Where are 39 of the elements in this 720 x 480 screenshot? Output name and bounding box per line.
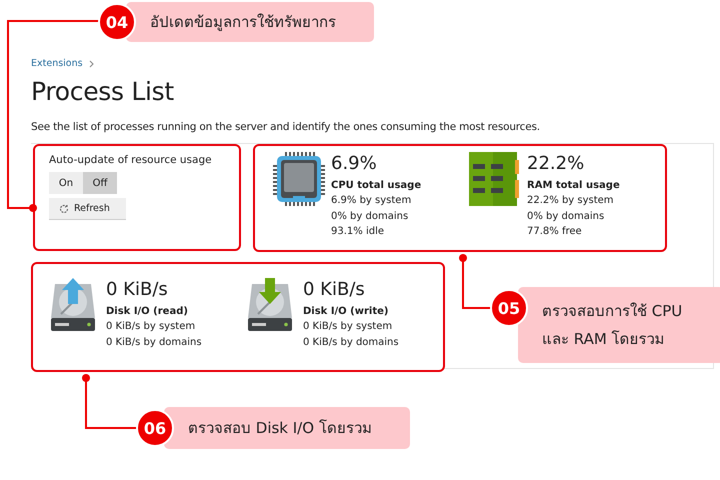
disk-upload-icon (49, 278, 97, 332)
breadcrumb-link[interactable]: Extensions (31, 58, 83, 69)
disk-download-icon (246, 278, 294, 332)
usage-detail: 93.1% idle (331, 225, 386, 239)
usage-detail: 22.2% by system (527, 194, 615, 208)
step-number-badge: 04 (98, 3, 136, 41)
memory-module-icon (469, 152, 521, 206)
usage-value: 22.2% (527, 152, 586, 176)
usage-label: RAM total usage (527, 179, 620, 193)
page-title: Process List (31, 77, 175, 106)
toggle-option[interactable]: Off (83, 172, 117, 194)
auto-update-label: Auto-update of resource usage (49, 154, 213, 166)
usage-detail: 0% by domains (527, 210, 606, 224)
refresh-icon (59, 204, 69, 214)
disk-io-detail: 0 KiB/s by system (106, 320, 196, 334)
disk-io-detail: 0 KiB/s by domains (303, 336, 399, 350)
leader-line (82, 374, 138, 429)
usage-detail: 0% by domains (331, 210, 410, 224)
callout-note: ตรวจสอบ Disk I/O โดยรวม (164, 407, 410, 449)
usage-detail: 6.9% by system (331, 194, 412, 208)
disk-io-label: Disk I/O (write) (303, 305, 390, 319)
page-description: See the list of processes running on the server and identify the ones consuming the most resources. (31, 121, 541, 133)
refresh-button[interactable]: Refresh (49, 198, 126, 220)
step-number-badge: 05 (490, 289, 528, 327)
callout-note: อัปเดตข้อมูลการใช้ทรัพยากร (126, 2, 374, 42)
disk-io-value: 0 KiB/s (303, 278, 366, 302)
usage-detail: 77.8% free (527, 225, 583, 239)
disk-io-value: 0 KiB/s (106, 278, 169, 302)
disk-io-detail: 0 KiB/s by domains (106, 336, 202, 350)
chip-icon (273, 152, 325, 206)
disk-io-detail: 0 KiB/s by system (303, 320, 394, 334)
step-number-badge: 06 (136, 409, 174, 447)
toggle-option[interactable]: On (49, 172, 83, 194)
usage-value: 6.9% (331, 152, 378, 176)
usage-label: CPU total usage (331, 179, 422, 193)
disk-io-label: Disk I/O (read) (106, 305, 189, 319)
callout-note: ตรวจสอบการใช้ CPU และ RAM โดยรวม (518, 287, 720, 363)
leader-line (459, 254, 492, 309)
chevron-icon (88, 60, 94, 68)
